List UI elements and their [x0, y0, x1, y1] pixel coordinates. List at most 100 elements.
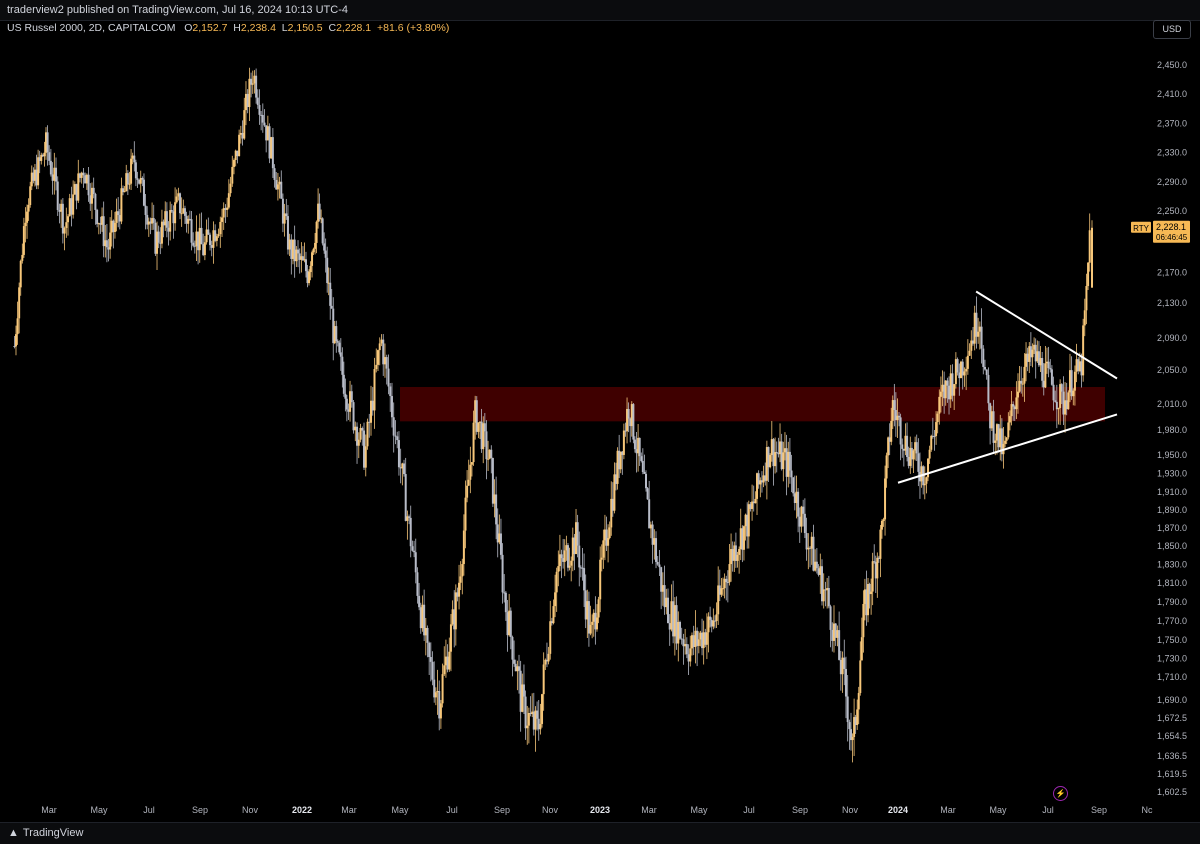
- candle-body: [339, 352, 342, 357]
- candle-body: [977, 331, 980, 337]
- candle-body: [227, 193, 230, 208]
- candle-body: [622, 430, 625, 455]
- candle-body: [120, 188, 123, 222]
- candle-body: [134, 162, 137, 179]
- resistance-support-zone: [400, 387, 1105, 422]
- price-tick-label: 2,090.0: [1157, 333, 1187, 343]
- currency-button[interactable]: USD: [1153, 20, 1191, 39]
- candle-body: [810, 536, 813, 549]
- lightning-icon[interactable]: ⚡: [1053, 786, 1068, 801]
- candle-body: [822, 589, 825, 602]
- candle-body: [271, 137, 274, 169]
- last-price-tag-layer: RTY 2,228.106:46:45: [1131, 220, 1190, 243]
- candle-body: [280, 181, 283, 199]
- candle-body: [884, 478, 887, 520]
- candle-body: [205, 229, 208, 243]
- candle-body: [323, 243, 326, 251]
- candle-body: [687, 654, 690, 662]
- candle-body: [1087, 262, 1090, 287]
- candle-body: [454, 592, 457, 630]
- candle-body: [876, 557, 879, 579]
- candle-body: [1073, 371, 1076, 391]
- candle-body: [738, 549, 741, 555]
- candle-body: [880, 521, 883, 530]
- candle-body: [477, 422, 480, 432]
- candle-body: [499, 533, 502, 555]
- candle-body: [109, 232, 112, 250]
- candle-body: [831, 629, 834, 641]
- candle-body: [371, 400, 374, 411]
- candle-body: [46, 132, 49, 153]
- price-tick-label: 2,010.0: [1157, 399, 1187, 409]
- brand[interactable]: ▲ TradingView: [8, 827, 83, 839]
- candle-body: [848, 722, 851, 730]
- candle-body: [418, 595, 421, 608]
- candle-body: [754, 498, 757, 504]
- candle-body: [690, 635, 693, 649]
- candle-body: [715, 614, 718, 622]
- candle-body: [439, 703, 442, 719]
- candle-body: [1052, 384, 1055, 401]
- candle-body: [309, 265, 312, 273]
- candle-body: [557, 566, 560, 572]
- candle-body: [720, 588, 723, 595]
- candle-body: [214, 230, 217, 241]
- time-tick-label: Mar: [641, 805, 657, 815]
- candle-body: [672, 601, 675, 637]
- candle-body: [349, 391, 352, 412]
- candle-body: [26, 211, 29, 223]
- candle-body: [222, 208, 225, 218]
- candle-body: [157, 231, 160, 243]
- candle-body: [1060, 384, 1063, 392]
- candle-body: [68, 198, 71, 217]
- candle-body: [483, 423, 486, 432]
- candle-body: [72, 194, 75, 215]
- candle-body: [469, 464, 472, 480]
- candle-body: [94, 194, 97, 210]
- candle-body: [692, 635, 695, 648]
- candle-body: [219, 221, 222, 235]
- price-tick-label: 1,790.0: [1157, 597, 1187, 607]
- candle-body: [490, 449, 493, 458]
- candle-body: [141, 177, 144, 180]
- close-value: 2,228.1: [336, 22, 372, 34]
- candle-body: [923, 483, 926, 486]
- candle-body: [385, 357, 388, 369]
- price-tick-label: 1,810.0: [1157, 578, 1187, 588]
- candle-body: [608, 527, 611, 539]
- candle-body: [522, 684, 525, 697]
- time-tick-label: 2022: [292, 805, 312, 815]
- candle-body: [326, 257, 329, 284]
- price-tick-label: 1,690.0: [1157, 695, 1187, 705]
- candle-body: [352, 402, 355, 431]
- candle-body: [641, 460, 644, 473]
- candle-body: [680, 638, 683, 640]
- candle-body: [78, 173, 81, 178]
- candle-body: [925, 477, 928, 484]
- candle-body: [1016, 391, 1019, 398]
- candle-body: [570, 560, 573, 566]
- candle-body: [16, 318, 19, 335]
- candle-body: [807, 547, 810, 550]
- candle-body: [404, 474, 407, 521]
- high-value: 2,238.4: [240, 22, 276, 34]
- candle-body: [179, 193, 182, 214]
- price-tick-label: 1,710.0: [1157, 672, 1187, 682]
- candle-body: [660, 567, 663, 592]
- candle-body: [987, 374, 990, 404]
- candle-body: [509, 610, 512, 637]
- candle-body: [458, 582, 461, 597]
- price-chart[interactable]: 2,450.0 2,410.0 2,370.0 2,330.0 2,290.0 2,250…: [0, 38, 1200, 822]
- candle-body: [414, 552, 417, 573]
- candle-body: [513, 659, 516, 664]
- candle-body: [487, 458, 490, 460]
- candle-body: [1049, 368, 1052, 370]
- candle-body: [190, 219, 193, 243]
- candle-body: [344, 393, 347, 399]
- time-tick-label: Mar: [341, 805, 357, 815]
- candle-body: [978, 326, 981, 332]
- time-tick-label: Nc: [1142, 805, 1153, 815]
- candle-body: [229, 183, 232, 194]
- price-tick-label: 1,654.5: [1157, 731, 1187, 741]
- candle-body: [821, 566, 824, 602]
